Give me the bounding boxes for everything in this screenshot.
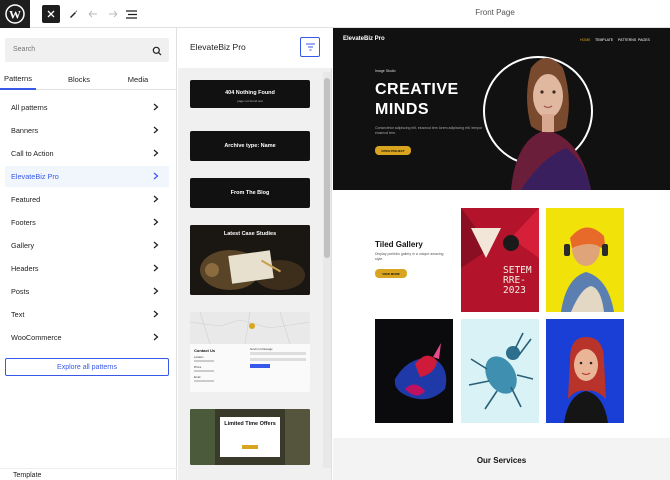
category-elevatebiz-pro[interactable]: ElevateBiz Pro: [5, 166, 169, 187]
gallery-title: Tiled Gallery: [375, 240, 423, 249]
category-label: Banners: [11, 126, 39, 135]
category-call-to-action[interactable]: Call to Action: [5, 143, 169, 164]
pattern-card-404[interactable]: 404 Nothing Found page not found text: [190, 80, 310, 108]
category-headers[interactable]: Headers: [5, 258, 169, 279]
chevron-right-icon: [153, 310, 159, 320]
gallery-tile-rhino: [375, 319, 453, 423]
document-title[interactable]: Front Page: [440, 8, 550, 17]
hero-heading-line-2: MINDS: [375, 101, 430, 118]
scrollbar-thumb[interactable]: [324, 78, 330, 258]
hero-heading: CREATIVE MINDS: [375, 80, 495, 120]
nav-item-pages: PAGES: [638, 38, 650, 42]
contact-message-label: Send Us A Message: [250, 348, 273, 351]
hero-portrait-image: [491, 38, 601, 190]
chevron-right-icon: [153, 218, 159, 228]
pattern-card-case-studies[interactable]: Latest Case Studies: [190, 225, 310, 295]
category-label: Call to Action: [11, 149, 54, 158]
category-label: WooCommerce: [11, 333, 62, 342]
tab-blocks[interactable]: Blocks: [58, 68, 100, 90]
services-title: Our Services: [476, 456, 527, 465]
explore-all-patterns-button[interactable]: Explore all patterns: [5, 358, 169, 376]
gallery-tile-blue-portrait: [546, 319, 624, 423]
undo-icon[interactable]: [84, 5, 102, 23]
search-input[interactable]: Search: [5, 38, 169, 62]
gallery-tile-beetle: [461, 319, 539, 423]
contact-email-label: Email: [194, 376, 201, 379]
hero-heading-line-1: CREATIVE: [375, 81, 459, 98]
close-icon[interactable]: [42, 5, 60, 23]
category-label: Footers: [11, 218, 36, 227]
patterns-panel-title: ElevateBiz Pro: [190, 42, 246, 52]
category-banners[interactable]: Banners: [5, 120, 169, 141]
patterns-panel: ElevateBiz Pro 404 Nothing Found page no…: [178, 28, 332, 480]
contact-phone-label: Phone: [194, 366, 202, 369]
category-label: All patterns: [11, 103, 48, 112]
pattern-card-label: Limited Time Offers: [224, 421, 276, 427]
category-label: Text: [11, 310, 25, 319]
filter-icon[interactable]: [300, 37, 320, 57]
category-label: Headers: [11, 264, 39, 273]
category-posts[interactable]: Posts: [5, 281, 169, 302]
pattern-card-from-blog[interactable]: From The Blog: [190, 178, 310, 208]
pen-icon[interactable]: [64, 5, 82, 23]
chevron-right-icon: [153, 126, 159, 136]
hero-section: ElevateBiz Pro HOME TEMPLATE PATTERNS PA…: [333, 28, 670, 190]
hero-eyebrow: Image Studio: [375, 69, 396, 73]
category-label: ElevateBiz Pro: [11, 172, 59, 181]
hero-button: OPEN PROJECT: [375, 146, 411, 155]
poster-text: SETEM RRE- 2023: [503, 266, 537, 296]
category-footers[interactable]: Footers: [5, 212, 169, 233]
category-gallery[interactable]: Gallery: [5, 235, 169, 256]
site-brand: ElevateBiz Pro: [343, 36, 385, 42]
chevron-right-icon: [153, 195, 159, 205]
category-all-patterns[interactable]: All patterns: [5, 97, 169, 118]
document-overview-icon[interactable]: [122, 5, 140, 23]
pattern-card-sub: page not found text: [237, 99, 263, 103]
template-breadcrumb[interactable]: Template: [0, 468, 177, 480]
template-preview: ElevateBiz Pro HOME TEMPLATE PATTERNS PA…: [333, 28, 670, 480]
poster-text-line: 2023: [503, 285, 526, 296]
pattern-card-label: Archive type: Name: [224, 143, 276, 149]
poster-art: [461, 208, 539, 312]
chevron-right-icon: [153, 264, 159, 274]
hero-paragraph: Consectetur adipiscing elit, eiusmod tem…: [375, 126, 483, 135]
gallery-paragraph: Display portfolio gallery in a unique am…: [375, 252, 444, 261]
category-featured[interactable]: Featured: [5, 189, 169, 210]
category-label: Posts: [11, 287, 30, 296]
pattern-card-contact[interactable]: Contact Us Location Phone Email Send Us …: [190, 312, 310, 392]
gallery-button: VIEW MORE: [375, 269, 407, 278]
category-text[interactable]: Text: [5, 304, 169, 325]
chevron-right-icon: [153, 172, 159, 182]
chevron-right-icon: [153, 333, 159, 343]
pattern-card-label: 404 Nothing Found: [225, 90, 275, 96]
wordpress-logo-icon[interactable]: W: [0, 0, 30, 28]
contact-location-label: Location: [194, 356, 204, 359]
chevron-right-icon: [153, 103, 159, 113]
pattern-card-limited-offers[interactable]: Limited Time Offers: [190, 409, 310, 465]
inserter-tabs: Patterns Blocks Media: [0, 68, 176, 90]
offers-image: [190, 409, 310, 465]
chevron-right-icon: [153, 241, 159, 251]
patterns-panel-header: ElevateBiz Pro: [178, 28, 332, 68]
pattern-card-label: From The Blog: [230, 190, 270, 196]
search-icon: [152, 43, 162, 61]
pattern-card-label: Latest Case Studies: [223, 231, 277, 237]
search-placeholder: Search: [13, 46, 36, 53]
category-label: Featured: [11, 195, 41, 204]
pattern-card-archive[interactable]: Archive type: Name: [190, 131, 310, 161]
editor-toolbar: W Front Page: [0, 0, 670, 28]
tab-patterns[interactable]: Patterns: [0, 68, 36, 90]
inserter-sidebar: Search Patterns Blocks Media All pattern…: [0, 28, 177, 480]
chevron-right-icon: [153, 287, 159, 297]
chevron-right-icon: [153, 149, 159, 159]
category-woocommerce[interactable]: WooCommerce: [5, 327, 169, 348]
svg-text:W: W: [9, 8, 21, 22]
pattern-card-label: Contact Us: [194, 348, 216, 353]
nav-item-patterns: PATTERNS: [618, 38, 637, 42]
tab-media[interactable]: Media: [118, 68, 158, 90]
category-label: Gallery: [11, 241, 35, 250]
gallery-tile-poster: SETEM RRE- 2023: [461, 208, 539, 312]
redo-icon[interactable]: [104, 5, 122, 23]
gallery-tile-yellow-portrait: [546, 208, 624, 312]
